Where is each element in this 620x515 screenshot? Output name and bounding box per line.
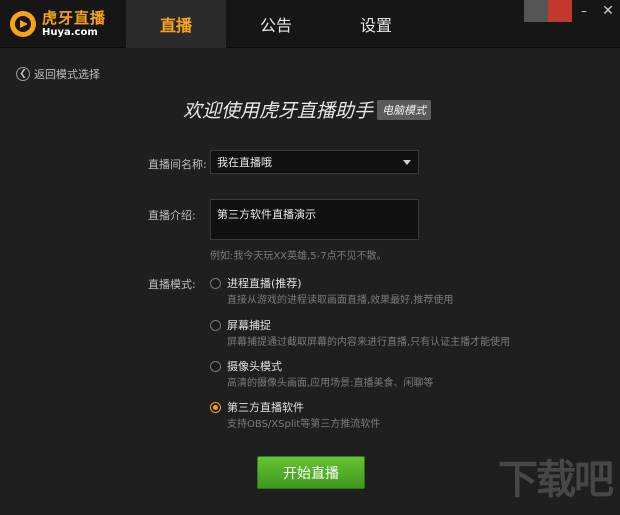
intro-hint: 例如:我今天玩XX英雄,5-7点不见不散。 xyxy=(210,251,387,262)
mode-option-third-party[interactable]: 第三方直播软件 支持OBS/XSplit等第三方推流软件 xyxy=(210,400,380,431)
back-label: 返回模式选择 xyxy=(34,68,100,81)
radio-screen[interactable] xyxy=(210,320,221,331)
tab-notice[interactable]: 公告 xyxy=(226,0,326,48)
tab-settings[interactable]: 设置 xyxy=(326,0,426,48)
welcome-title: 欢迎使用虎牙直播助手 xyxy=(183,100,374,122)
room-name-label: 直播间名称: xyxy=(148,158,207,171)
chevron-down-icon xyxy=(403,160,411,165)
mode-title: 摄像头模式 xyxy=(227,360,282,373)
back-to-mode-select[interactable]: ❮ 返回模式选择 xyxy=(16,66,100,82)
huya-logo: 虎牙直播 Huya.com xyxy=(0,0,126,48)
intro-label: 直播介绍: xyxy=(148,209,196,222)
mode-label: 直播模式: xyxy=(148,278,196,291)
logo-text-en: Huya.com xyxy=(42,26,98,38)
mode-option-screen[interactable]: 屏幕捕捉 屏幕捕提通过截取屏幕的内容来进行直播,只有认证主播才能使用 xyxy=(210,318,510,349)
mode-desc: 支持OBS/XSplit等第三方推流软件 xyxy=(227,419,381,430)
pc-mode-badge: 电脑模式 xyxy=(377,99,432,120)
tab-live[interactable]: 直播 xyxy=(126,0,226,48)
radio-camera[interactable] xyxy=(210,361,221,372)
close-button[interactable]: ✕ xyxy=(596,0,620,22)
window-controls: – ✕ xyxy=(524,0,620,22)
mode-option-camera[interactable]: 摄像头模式 高清的摄像头画面,应用场景:直播美食、闲聊等 xyxy=(210,359,434,390)
minimize-button[interactable]: – xyxy=(572,0,596,22)
radio-process[interactable] xyxy=(210,278,221,289)
room-name-value: 我在直播哦 xyxy=(217,156,272,169)
mode-title: 进程直播(推荐) xyxy=(227,277,302,290)
huya-logo-icon xyxy=(10,11,36,37)
logo-text-cn: 虎牙直播 xyxy=(42,8,107,27)
watermark: 下载吧 xyxy=(498,457,614,503)
mode-option-process[interactable]: 进程直播(推荐) 直接从游戏的进程读取画面直播,效果最好,推荐使用 xyxy=(210,276,453,307)
mode-desc: 高清的摄像头画面,应用场景:直播美食、闲聊等 xyxy=(227,378,434,389)
intro-textarea[interactable]: 第三方软件直播演示 xyxy=(210,199,419,240)
mode-title: 第三方直播软件 xyxy=(227,401,304,414)
mode-title: 屏幕捕捉 xyxy=(227,319,271,332)
room-name-select[interactable]: 我在直播哦 xyxy=(210,150,419,174)
chevron-left-icon: ❮ xyxy=(16,67,30,81)
mode-desc: 屏幕捕提通过截取屏幕的内容来进行直播,只有认证主播才能使用 xyxy=(227,337,511,348)
radio-third-party[interactable] xyxy=(210,402,221,413)
top-bar: 虎牙直播 Huya.com 直播 公告 设置 – ✕ xyxy=(0,0,620,48)
start-live-button[interactable]: 开始直播 xyxy=(257,456,365,489)
welcome-heading: 欢迎使用虎牙直播助手 电脑模式 xyxy=(183,96,432,123)
mode-desc: 直接从游戏的进程读取画面直播,效果最好,推荐使用 xyxy=(227,295,454,306)
skin-color-swatch[interactable] xyxy=(524,0,572,22)
